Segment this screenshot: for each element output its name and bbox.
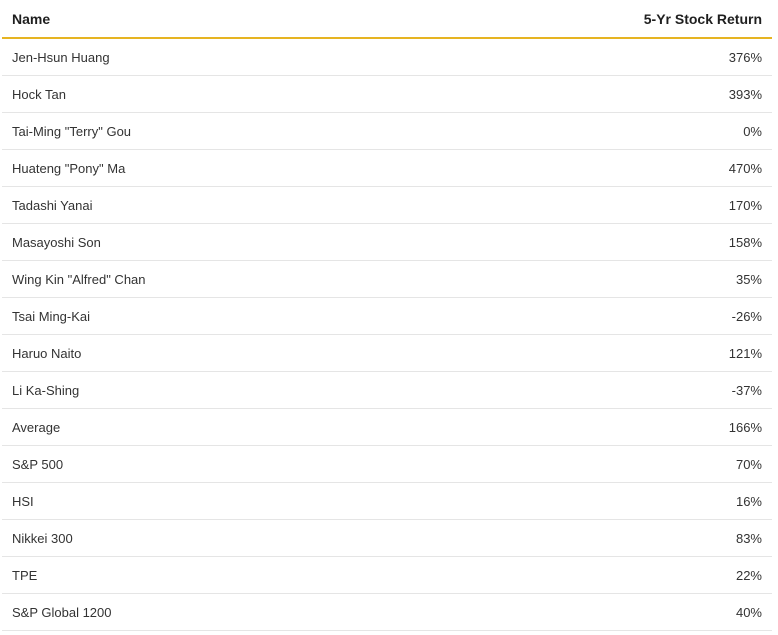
row-value: 70% <box>735 456 762 472</box>
row-name: Nikkei 300 <box>12 530 73 546</box>
row-name: S&P 500 <box>12 456 64 472</box>
column-header-return: 5-Yr Stock Return <box>643 10 762 27</box>
row-value: 40% <box>735 604 762 620</box>
row-value: 158% <box>728 234 762 250</box>
row-value: 393% <box>728 86 762 102</box>
table-row: S&P Global 1200 40% <box>2 594 772 631</box>
row-name: Li Ka-Shing <box>12 382 80 398</box>
row-name: Masayoshi Son <box>12 234 101 250</box>
row-name: Tai-Ming "Terry" Gou <box>12 123 132 139</box>
column-header-name: Name <box>12 10 51 27</box>
row-name: Tsai Ming-Kai <box>12 308 91 324</box>
table-row: Hock Tan 393% <box>2 76 772 113</box>
row-name: Huateng "Pony" Ma <box>12 160 126 176</box>
table-row: Wing Kin "Alfred" Chan 35% <box>2 261 772 298</box>
row-name: Jen-Hsun Huang <box>12 49 110 65</box>
row-value: 83% <box>735 530 762 546</box>
row-value: 170% <box>728 197 762 213</box>
table-row: Average 166% <box>2 409 772 446</box>
row-value: -37% <box>731 382 762 398</box>
row-name: Tadashi Yanai <box>12 197 93 213</box>
table-row: HSI 16% <box>2 483 772 520</box>
row-value: 376% <box>728 49 762 65</box>
table-row: Tsai Ming-Kai -26% <box>2 298 772 335</box>
row-name: Hock Tan <box>12 86 66 102</box>
table-row: Nikkei 300 83% <box>2 520 772 557</box>
row-name: Average <box>12 419 61 435</box>
table-row: Jen-Hsun Huang 376% <box>2 39 772 76</box>
row-value: 0% <box>743 123 762 139</box>
table-row: Tadashi Yanai 170% <box>2 187 772 224</box>
row-value: 22% <box>735 567 762 583</box>
table-row: S&P 500 70% <box>2 446 772 483</box>
row-value: 16% <box>735 493 762 509</box>
table-row: Li Ka-Shing -37% <box>2 372 772 409</box>
table-row: Huateng "Pony" Ma 470% <box>2 150 772 187</box>
table-header: Name 5-Yr Stock Return <box>2 0 772 39</box>
row-value: 121% <box>728 345 762 361</box>
row-value: 166% <box>728 419 762 435</box>
table-row: Tai-Ming "Terry" Gou 0% <box>2 113 772 150</box>
row-value: 35% <box>735 271 762 287</box>
table-row: Haruo Naito 121% <box>2 335 772 372</box>
row-name: S&P Global 1200 <box>12 604 112 620</box>
row-name: Wing Kin "Alfred" Chan <box>12 271 146 287</box>
row-name: Haruo Naito <box>12 345 82 361</box>
table-row: TPE 22% <box>2 557 772 594</box>
row-name: TPE <box>12 567 38 583</box>
stock-return-table: Name 5-Yr Stock Return Jen-Hsun Huang 37… <box>2 0 772 631</box>
row-value: 470% <box>728 160 762 176</box>
row-value: -26% <box>731 308 762 324</box>
row-name: HSI <box>12 493 34 509</box>
table-row: Masayoshi Son 158% <box>2 224 772 261</box>
